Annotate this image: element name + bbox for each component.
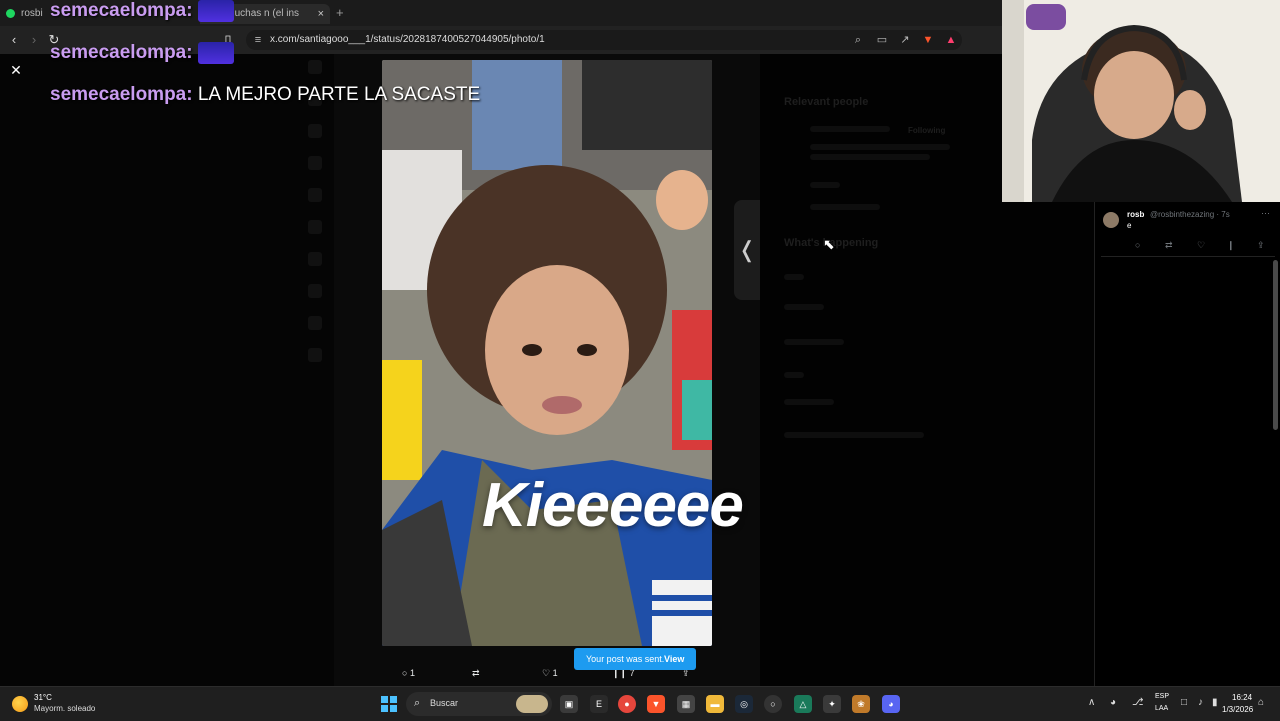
reply-author-name[interactable]: rosb (1127, 210, 1144, 219)
windows-taskbar: 31°C Mayorm. soleado ⌕ Buscar ▣ E ● ▼ ▦ … (0, 686, 1280, 721)
chat-message: semecaelompa: LA MEJRO PARTE LA SACASTE (50, 84, 480, 106)
dimmed-timeline (0, 54, 334, 686)
close-tab-icon[interactable]: × (318, 4, 324, 24)
post-sent-toast: Your post was sent. View (574, 648, 696, 670)
discord-tray-icon[interactable]: ◕ (1110, 697, 1116, 708)
more-icon[interactable]: ⋯ (1261, 208, 1270, 219)
reply-author-handle: @rosbinthezazing · 7s (1150, 210, 1230, 219)
like-icon[interactable]: ♡ (1197, 240, 1205, 251)
keyboard-layout-indicator[interactable]: LAA (1155, 705, 1168, 712)
epic-games-icon[interactable]: E (590, 695, 608, 713)
retweet-icon[interactable]: ⇄ (1165, 240, 1173, 251)
url-text: x.com/santiagooo___1/status/202818740052… (270, 34, 545, 45)
chat-text: LA MEJRO PARTE LA SACASTE (197, 84, 481, 105)
battery-icon[interactable]: ▮ (1212, 697, 1218, 708)
reply-button[interactable]: ○ 1 (402, 668, 415, 678)
tab-title: rosbi p (21, 8, 46, 19)
steam-icon[interactable]: ◎ (735, 695, 753, 713)
language-indicator[interactable]: ESP (1155, 693, 1169, 700)
spotify-icon (6, 8, 15, 18)
reply-icon[interactable]: ○ (1135, 240, 1140, 250)
taskbar-search[interactable]: ⌕ Buscar (406, 692, 552, 716)
photo-caption-overlay: Kieeeeee (482, 471, 744, 540)
reply-text: e (1127, 221, 1132, 230)
discord-icon[interactable]: ◕ (882, 695, 900, 713)
chat-username: semecaelompa: (50, 84, 193, 105)
notification-bell-icon[interactable]: ⌂ (1258, 697, 1264, 708)
clock-time[interactable]: 16:24 (1232, 693, 1252, 702)
views-icon[interactable]: ❙ (1227, 240, 1235, 251)
retweet-button[interactable]: ⇄ (472, 668, 480, 679)
chat-username: semecaelompa: (50, 0, 193, 22)
new-tab-button[interactable]: + (336, 5, 344, 20)
chrome-icon[interactable]: ● (618, 695, 636, 713)
reply-tweet[interactable]: rosb @rosbinthezazing · 7s ⋯ e ○ ⇄ ♡ ❙ ⇪ (1101, 208, 1275, 257)
tweet-photo[interactable] (382, 60, 712, 646)
network-icon[interactable]: □ (1181, 697, 1187, 708)
emote-icon (197, 0, 234, 22)
zoom-icon[interactable]: ⌕ (850, 32, 866, 48)
close-icon[interactable]: ✕ (8, 62, 24, 78)
forward-icon[interactable]: › (24, 30, 44, 50)
brave-rewards-icon[interactable]: ▲ (943, 32, 959, 48)
follow-button: Following (908, 126, 946, 135)
chevron-up-icon[interactable]: ∧ (1088, 697, 1095, 708)
brave-icon[interactable]: ▼ (647, 695, 665, 713)
mouse-cursor-icon: ⬉ (823, 236, 835, 252)
microphone-icon[interactable]: ⎇ (1132, 697, 1144, 708)
chat-message: semecaelompa: (50, 42, 234, 64)
cast-icon[interactable]: ▭ (874, 32, 890, 48)
weather-temperature[interactable]: 31°C (34, 693, 52, 702)
previous-photo-button[interactable]: ❬ (734, 200, 760, 300)
webcam-overlay (1002, 0, 1280, 202)
app-leaf-icon[interactable]: ❀ (852, 695, 870, 713)
task-view-icon[interactable]: ▣ (560, 695, 578, 713)
app-cluster-icon[interactable]: ✦ (823, 695, 841, 713)
like-button[interactable]: ♡ 1 (542, 668, 558, 679)
windows-start-icon[interactable] (381, 696, 397, 712)
site-info-icon[interactable]: ≡ (250, 32, 266, 48)
share-icon[interactable]: ⇪ (1257, 240, 1265, 251)
avatar[interactable] (1103, 212, 1119, 228)
streamer-webcam-illustration (1002, 0, 1280, 202)
dimmed-sidebar-nav (296, 60, 336, 440)
reply-count: 1 (409, 668, 415, 678)
like-count: 1 (552, 668, 558, 678)
relevant-people-heading: Relevant people (784, 96, 869, 108)
chat-username: semecaelompa: (50, 42, 193, 64)
app-triangle-icon[interactable]: △ (794, 695, 812, 713)
weather-description[interactable]: Mayorm. soleado (34, 704, 95, 713)
file-explorer-icon[interactable]: ▬ (706, 695, 724, 713)
reply-panel: rosb @rosbinthezazing · 7s ⋯ e ○ ⇄ ♡ ❙ ⇪ (1094, 202, 1280, 686)
toast-text: Your post was sent. (586, 654, 665, 664)
weather-sun-icon[interactable] (12, 696, 28, 712)
share-icon[interactable]: ↗ (897, 32, 913, 48)
child-photo-illustration (382, 60, 712, 646)
brave-shield-icon[interactable]: ▼ (920, 32, 936, 48)
clock-date[interactable]: 1/3/2026 (1222, 705, 1253, 714)
chat-message: semecaelompa: (50, 0, 234, 22)
search-label: Buscar (430, 698, 459, 708)
search-icon: ⌕ (414, 697, 421, 709)
store-icon[interactable]: ▦ (677, 695, 695, 713)
back-icon[interactable]: ‹ (4, 30, 24, 50)
emote-icon (197, 42, 234, 64)
search-highlight-image (516, 695, 548, 713)
tweet-action-bar: ○ 1 ⇄ ♡ 1 ❙❙ 7 ⇪ (334, 664, 760, 686)
toast-view-link[interactable]: View (664, 648, 684, 670)
volume-icon[interactable]: ♪ (1198, 697, 1203, 708)
tab-rosbi[interactable]: rosbi p (6, 4, 46, 24)
obs-icon[interactable]: ○ (764, 695, 782, 713)
scrollbar[interactable] (1273, 260, 1278, 430)
